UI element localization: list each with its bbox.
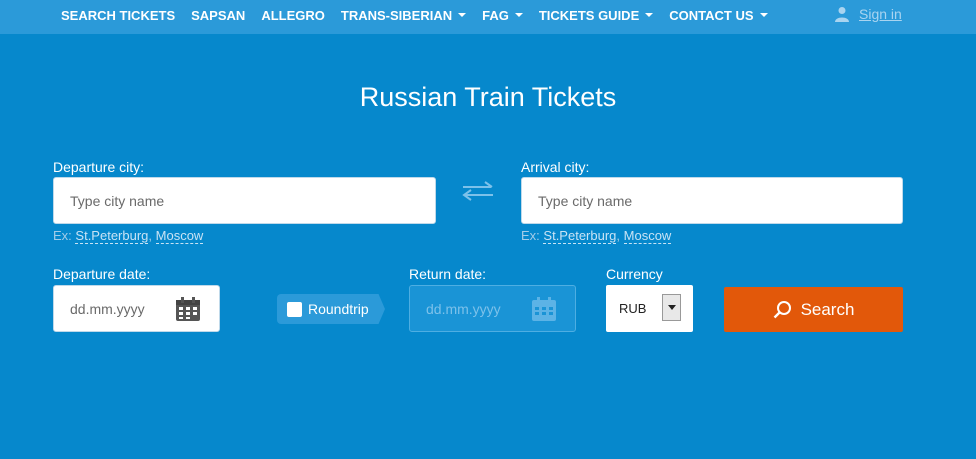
return-date-placeholder: dd.mm.yyyy bbox=[426, 300, 501, 317]
nav-item-allegro[interactable]: ALLEGRO bbox=[261, 8, 325, 23]
arrival-city-examples: Ex: St.Peterburg, Moscow bbox=[521, 228, 672, 244]
return-date-label: Return date: bbox=[409, 266, 487, 282]
departure-city-input[interactable] bbox=[70, 192, 435, 209]
currency-select[interactable]: RUB bbox=[606, 285, 693, 332]
nav-item-label: FAG bbox=[482, 7, 509, 23]
departure-date-input[interactable] bbox=[70, 300, 165, 317]
nav-item-label: TICKETS GUIDE bbox=[538, 7, 640, 23]
roundtrip-checkbox[interactable] bbox=[287, 301, 302, 317]
caret-down-icon bbox=[514, 13, 523, 17]
nav-item-label: TRANS-SIBERIAN bbox=[340, 7, 453, 23]
nav-item-label: ALLEGRO bbox=[261, 7, 325, 23]
nav-item-search-tickets[interactable]: SEARCH TICKETS bbox=[61, 8, 175, 23]
example-prefix: Ex: bbox=[521, 228, 544, 243]
return-date-field[interactable]: dd.mm.yyyy bbox=[409, 285, 576, 332]
signin-area: Sign in bbox=[835, 6, 902, 22]
example-link-moscow[interactable]: Moscow bbox=[623, 228, 672, 244]
user-icon bbox=[835, 7, 849, 22]
example-separator: , bbox=[148, 228, 156, 243]
nav-item-sapsan[interactable]: SAPSAN bbox=[191, 8, 245, 23]
nav-item-fag[interactable]: FAG bbox=[482, 8, 523, 23]
example-prefix: Ex: bbox=[53, 228, 76, 243]
nav-item-contact-us[interactable]: CONTACT US bbox=[669, 7, 768, 23]
caret-down-icon bbox=[458, 13, 467, 17]
search-button-label: Search bbox=[800, 299, 855, 319]
top-navigation-bar: SEARCH TICKETS SAPSAN ALLEGRO TRANS-SIBE… bbox=[0, 0, 976, 34]
nav-item-label: SAPSAN bbox=[191, 7, 246, 23]
example-link-moscow[interactable]: Moscow bbox=[155, 228, 204, 244]
nav-item-tickets-guide[interactable]: TICKETS GUIDE bbox=[538, 7, 654, 23]
departure-date-field[interactable] bbox=[53, 285, 220, 332]
departure-city-field[interactable] bbox=[53, 177, 436, 224]
arrival-city-label: Arrival city: bbox=[521, 159, 590, 175]
departure-date-label: Departure date: bbox=[53, 266, 151, 282]
currency-label: Currency bbox=[606, 266, 663, 282]
example-link-st-peterburg[interactable]: St.Peterburg bbox=[75, 228, 149, 244]
arrival-city-input[interactable] bbox=[538, 192, 902, 209]
departure-city-examples: Ex: St.Peterburg, Moscow bbox=[53, 228, 204, 244]
calendar-icon[interactable] bbox=[531, 296, 557, 322]
swap-cities-icon[interactable] bbox=[461, 181, 495, 201]
page-title: Russian Train Tickets bbox=[359, 82, 617, 112]
signin-link[interactable]: Sign in bbox=[859, 6, 902, 22]
departure-city-label: Departure city: bbox=[53, 159, 145, 175]
dropdown-arrow-icon[interactable] bbox=[662, 294, 681, 321]
nav-item-trans-siberian[interactable]: TRANS-SIBERIAN bbox=[340, 7, 467, 23]
nav-item-label: CONTACT US bbox=[669, 7, 754, 23]
nav-item-label: SEARCH TICKETS bbox=[61, 7, 176, 23]
arrival-city-field[interactable] bbox=[521, 177, 903, 224]
search-icon bbox=[773, 301, 791, 319]
caret-down-icon bbox=[759, 13, 768, 17]
example-link-st-peterburg[interactable]: St.Peterburg bbox=[543, 228, 617, 244]
currency-value: RUB bbox=[619, 301, 647, 316]
main-nav: SEARCH TICKETS SAPSAN ALLEGRO TRANS-SIBE… bbox=[61, 0, 784, 30]
roundtrip-toggle[interactable]: Roundtrip bbox=[277, 294, 385, 324]
roundtrip-label: Roundtrip bbox=[308, 301, 369, 317]
calendar-icon[interactable] bbox=[175, 296, 201, 322]
caret-down-icon bbox=[645, 13, 654, 17]
example-separator: , bbox=[616, 228, 624, 243]
search-button[interactable]: Search bbox=[724, 287, 903, 332]
